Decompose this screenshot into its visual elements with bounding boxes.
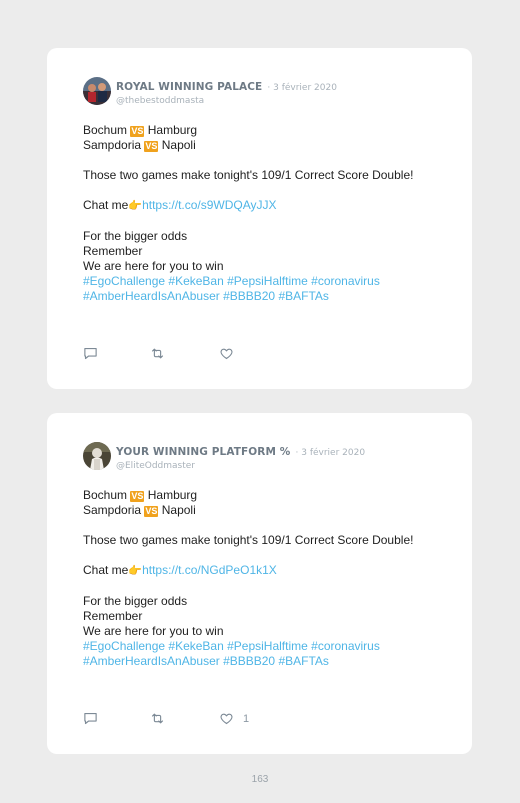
like-icon — [220, 713, 233, 725]
retweet-icon — [151, 713, 164, 724]
vs-badge: VS — [144, 506, 159, 517]
reply-icon — [84, 347, 97, 360]
tweet-actions — [83, 346, 283, 362]
tweet-actions: 1 — [83, 711, 283, 727]
team-name: Napoli — [161, 138, 196, 152]
pointing-hand-icon: 👉 — [128, 565, 143, 577]
retweet-button[interactable] — [150, 711, 165, 726]
reply-button[interactable] — [83, 346, 98, 361]
tweet-date[interactable]: · 3 février 2020 — [296, 448, 366, 458]
tweet-card: YOUR WINNING PLATFORM % · 3 février 2020… — [47, 413, 472, 754]
tweet-line: We are here for you to win — [83, 259, 224, 273]
tweet-line: Remember — [83, 609, 143, 623]
team-name: Hamburg — [147, 488, 198, 502]
reply-icon — [84, 712, 97, 725]
team-name: Napoli — [161, 503, 196, 517]
vs-badge: VS — [144, 141, 159, 152]
reply-button[interactable] — [83, 711, 98, 726]
team-name: Hamburg — [147, 123, 198, 137]
team-name: Sampdoria — [83, 503, 142, 517]
tweet-link[interactable]: https://t.co/s9WDQAyJJX — [142, 198, 276, 212]
hashtags[interactable]: #EgoChallenge #KekeBan #PepsiHalftime #c… — [83, 274, 443, 289]
like-button[interactable] — [219, 346, 243, 361]
tweet-date[interactable]: · 3 février 2020 — [267, 83, 337, 93]
team-name: Bochum — [83, 488, 128, 502]
avatar[interactable] — [83, 442, 111, 470]
hashtags[interactable]: #AmberHeardIsAnAbuser #BBBB20 #BAFTAs — [83, 289, 443, 304]
tweet-paragraph: Those two games make tonight's 109/1 Cor… — [83, 533, 414, 547]
tweet-text: Bochum VS Hamburg Sampdoria VS Napoli Th… — [83, 123, 443, 304]
author-handle[interactable]: @EliteOddmaster — [116, 460, 365, 473]
vs-badge: VS — [130, 491, 145, 502]
tweet-line: Remember — [83, 244, 143, 258]
author-name[interactable]: YOUR WINNING PLATFORM % — [116, 446, 290, 458]
tweet-link[interactable]: https://t.co/NGdPeO1k1X — [142, 563, 277, 577]
tweet-line: We are here for you to win — [83, 624, 224, 638]
pointing-hand-icon: 👉 — [128, 200, 143, 212]
hashtags[interactable]: #AmberHeardIsAnAbuser #BBBB20 #BAFTAs — [83, 654, 443, 669]
tweet-text: Bochum VS Hamburg Sampdoria VS Napoli Th… — [83, 488, 443, 669]
like-icon — [220, 348, 233, 360]
team-name: Sampdoria — [83, 138, 142, 152]
avatar[interactable] — [83, 77, 111, 105]
vs-badge: VS — [130, 126, 145, 137]
tweet-line: For the bigger odds — [83, 594, 188, 608]
hashtags[interactable]: #EgoChallenge #KekeBan #PepsiHalftime #c… — [83, 639, 443, 654]
like-button[interactable]: 1 — [219, 711, 249, 726]
chat-text: Chat me — [83, 563, 129, 577]
chat-text: Chat me — [83, 198, 129, 212]
page-number: 163 — [251, 774, 269, 785]
author-name[interactable]: ROYAL WINNING PALACE — [116, 81, 262, 93]
tweet-card: ROYAL WINNING PALACE · 3 février 2020 @t… — [47, 48, 472, 389]
like-count: 1 — [243, 712, 250, 725]
tweet-paragraph: Those two games make tonight's 109/1 Cor… — [83, 168, 414, 182]
retweet-button[interactable] — [150, 346, 165, 361]
author-handle[interactable]: @thebestoddmasta — [116, 95, 337, 108]
retweet-icon — [151, 348, 164, 359]
tweet-line: For the bigger odds — [83, 229, 188, 243]
team-name: Bochum — [83, 123, 128, 137]
